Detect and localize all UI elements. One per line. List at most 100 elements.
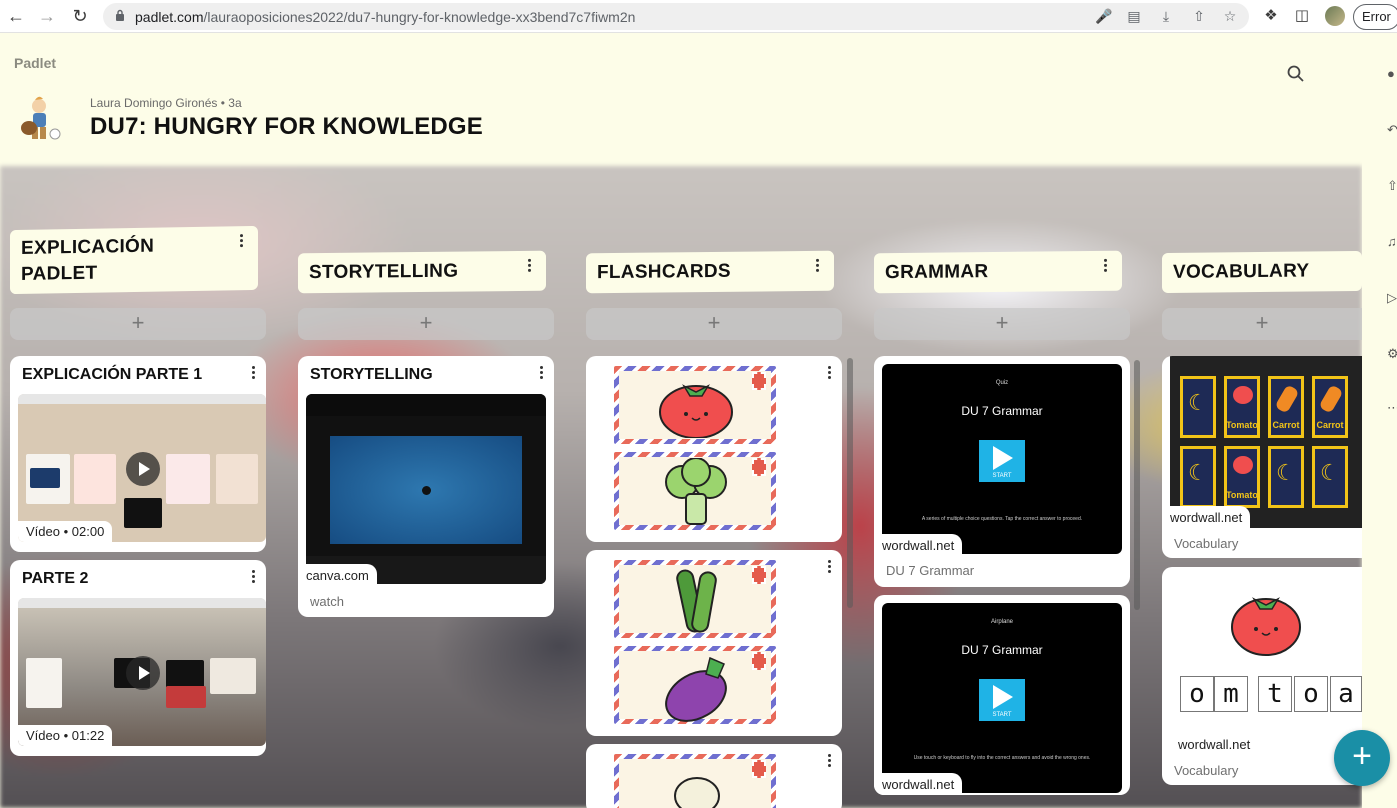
tintin-avatar-icon xyxy=(21,96,61,140)
flashcard-zucchini xyxy=(614,560,776,638)
add-post-button[interactable]: + xyxy=(298,308,554,340)
arrow-left-icon[interactable]: ← xyxy=(6,6,26,26)
post-card[interactable] xyxy=(586,356,842,542)
canva-embed[interactable] xyxy=(306,394,546,584)
add-post-button[interactable]: + xyxy=(10,308,266,340)
column-menu-icon[interactable] xyxy=(1104,258,1108,273)
plus-icon[interactable]: + xyxy=(1334,730,1390,786)
play-icon[interactable] xyxy=(126,656,160,690)
play-icon[interactable] xyxy=(422,486,431,495)
board-title: DU7: HUNGRY FOR KNOWLEDGE xyxy=(90,113,484,140)
star-icon[interactable]: ☆ xyxy=(1222,8,1238,25)
vocabulary-tiles-image: ☾ Tomato Carrot Carrot ☾ Tomato ☾ ☾ xyxy=(1170,356,1362,528)
column-title: FLASHCARDS xyxy=(597,260,731,284)
post-card[interactable] xyxy=(586,550,842,736)
post-menu-icon[interactable] xyxy=(252,366,256,380)
start-button[interactable]: START xyxy=(979,440,1025,482)
start-button[interactable]: START xyxy=(979,679,1025,721)
slideshow-icon[interactable]: ▷ xyxy=(1387,290,1397,306)
column-header-storytelling[interactable]: STORYTELLING xyxy=(298,250,546,294)
post-menu-icon[interactable] xyxy=(828,366,832,380)
address-bar[interactable]: padlet.com/lauraoposiciones2022/du7-hung… xyxy=(103,3,1249,30)
bell-icon[interactable]: ♫ xyxy=(1387,234,1397,249)
tile-tomato: Tomato xyxy=(1222,444,1262,510)
video-frame[interactable] xyxy=(330,436,522,544)
source-link[interactable]: wordwall.net xyxy=(874,773,963,795)
right-sidebar xyxy=(1362,33,1397,808)
add-post-button[interactable]: + xyxy=(874,308,1130,340)
column-menu-icon[interactable] xyxy=(528,258,532,273)
download-icon[interactable]: ⤓ xyxy=(1158,8,1174,25)
author-avatar xyxy=(17,94,67,146)
flashcard-garlic xyxy=(614,754,776,808)
column-menu-icon[interactable] xyxy=(240,234,244,248)
thumbnail-card xyxy=(30,468,60,488)
post-card[interactable]: ☾ Tomato Carrot Carrot ☾ Tomato ☾ ☾ word… xyxy=(1162,356,1362,558)
post-title: EXPLICACIÓN PARTE 1 xyxy=(22,366,203,383)
url-text: padlet.com/lauraoposiciones2022/du7-hung… xyxy=(135,9,635,25)
post-menu-icon[interactable] xyxy=(828,754,832,768)
reload-icon[interactable]: ↻ xyxy=(70,6,90,26)
column-scrollbar[interactable] xyxy=(1134,360,1140,610)
profile-avatar[interactable] xyxy=(1325,6,1345,26)
source-link[interactable]: wordwall.net xyxy=(1162,506,1251,529)
post-menu-icon[interactable] xyxy=(540,366,544,380)
tile-tomato: Tomato xyxy=(1222,374,1262,440)
arrow-right-icon[interactable]: → xyxy=(37,6,57,26)
video-duration: 02:00 xyxy=(71,524,105,539)
thumbnail-card xyxy=(124,498,162,528)
source-link[interactable]: canva.com xyxy=(298,564,377,587)
thumbnail-card xyxy=(210,658,256,694)
post-card[interactable]: EXPLICACIÓN PARTE 1 Vídeo • 02:00 xyxy=(10,356,266,552)
source-link[interactable]: wordwall.net xyxy=(1170,733,1259,756)
tile-label: Tomato xyxy=(1226,490,1258,500)
post-card[interactable]: STORYTELLING canva.com watch xyxy=(298,356,554,617)
tile-moon: ☾ xyxy=(1266,444,1306,510)
play-icon[interactable] xyxy=(126,452,160,486)
start-label: START xyxy=(992,473,1012,479)
wordwall-embed[interactable]: Airplane DU 7 Grammar START Use touch or… xyxy=(882,603,1122,793)
source-link[interactable]: wordwall.net xyxy=(874,534,963,557)
padlet-logo[interactable]: Padlet xyxy=(14,55,56,71)
sidepanel-icon[interactable]: ◫ xyxy=(1293,6,1311,24)
gear-icon[interactable]: ⚙ xyxy=(1387,346,1397,362)
lock-icon xyxy=(116,9,124,21)
column-menu-icon[interactable] xyxy=(816,258,820,273)
post-menu-icon[interactable] xyxy=(828,560,832,574)
letter-tile: t xyxy=(1258,676,1292,712)
letter-tile: o xyxy=(1294,676,1328,712)
clipboard-icon[interactable]: ▤ xyxy=(1126,8,1142,25)
column-header-explicacion[interactable]: EXPLICACIÓN PADLET xyxy=(10,225,258,295)
share-icon[interactable]: ⇧ xyxy=(1191,8,1207,25)
more-icon[interactable]: ⋯ xyxy=(1387,400,1397,416)
flashcard-broccoli xyxy=(614,452,776,530)
remake-icon[interactable]: ↶ xyxy=(1387,122,1397,138)
add-post-button[interactable]: + xyxy=(586,308,842,340)
tile-moon: ☾ xyxy=(1178,444,1218,510)
column-scrollbar[interactable] xyxy=(847,358,853,608)
game-title: DU 7 Grammar xyxy=(961,404,1043,418)
column-header-grammar[interactable]: GRAMMAR xyxy=(874,250,1122,294)
user-avatar-icon[interactable]: ● xyxy=(1387,66,1395,81)
add-post-button[interactable]: + xyxy=(1162,308,1362,340)
post-card[interactable]: PARTE 2 Vídeo • 01:22 xyxy=(10,560,266,756)
tile-label: Carrot xyxy=(1316,420,1344,430)
video-thumbnail[interactable]: Vídeo • 02:00 xyxy=(18,394,266,542)
search-icon[interactable] xyxy=(1286,64,1306,84)
post-card[interactable]: Airplane DU 7 Grammar START Use touch or… xyxy=(874,595,1130,795)
post-card[interactable] xyxy=(586,744,842,808)
thumbnail-card xyxy=(216,454,258,504)
microphone-icon[interactable]: 🎤 xyxy=(1095,8,1112,25)
share-icon[interactable]: ⇧ xyxy=(1387,178,1397,194)
video-thumbnail[interactable]: Vídeo • 01:22 xyxy=(18,598,266,746)
video-badge: Vídeo • 02:00 xyxy=(18,521,113,542)
wordwall-embed[interactable]: Quiz DU 7 Grammar START A series of mult… xyxy=(882,364,1122,554)
column-header-vocabulary[interactable]: VOCABULARY xyxy=(1162,250,1362,294)
error-button[interactable]: Error xyxy=(1353,4,1397,30)
column-header-flashcards[interactable]: FLASHCARDS xyxy=(586,250,834,294)
post-menu-icon[interactable] xyxy=(252,570,256,584)
post-title: STORYTELLING xyxy=(310,366,433,383)
post-card[interactable]: Quiz DU 7 Grammar START A series of mult… xyxy=(874,356,1130,587)
video-type: Vídeo xyxy=(26,524,60,539)
puzzle-icon[interactable]: ❖ xyxy=(1262,6,1280,24)
